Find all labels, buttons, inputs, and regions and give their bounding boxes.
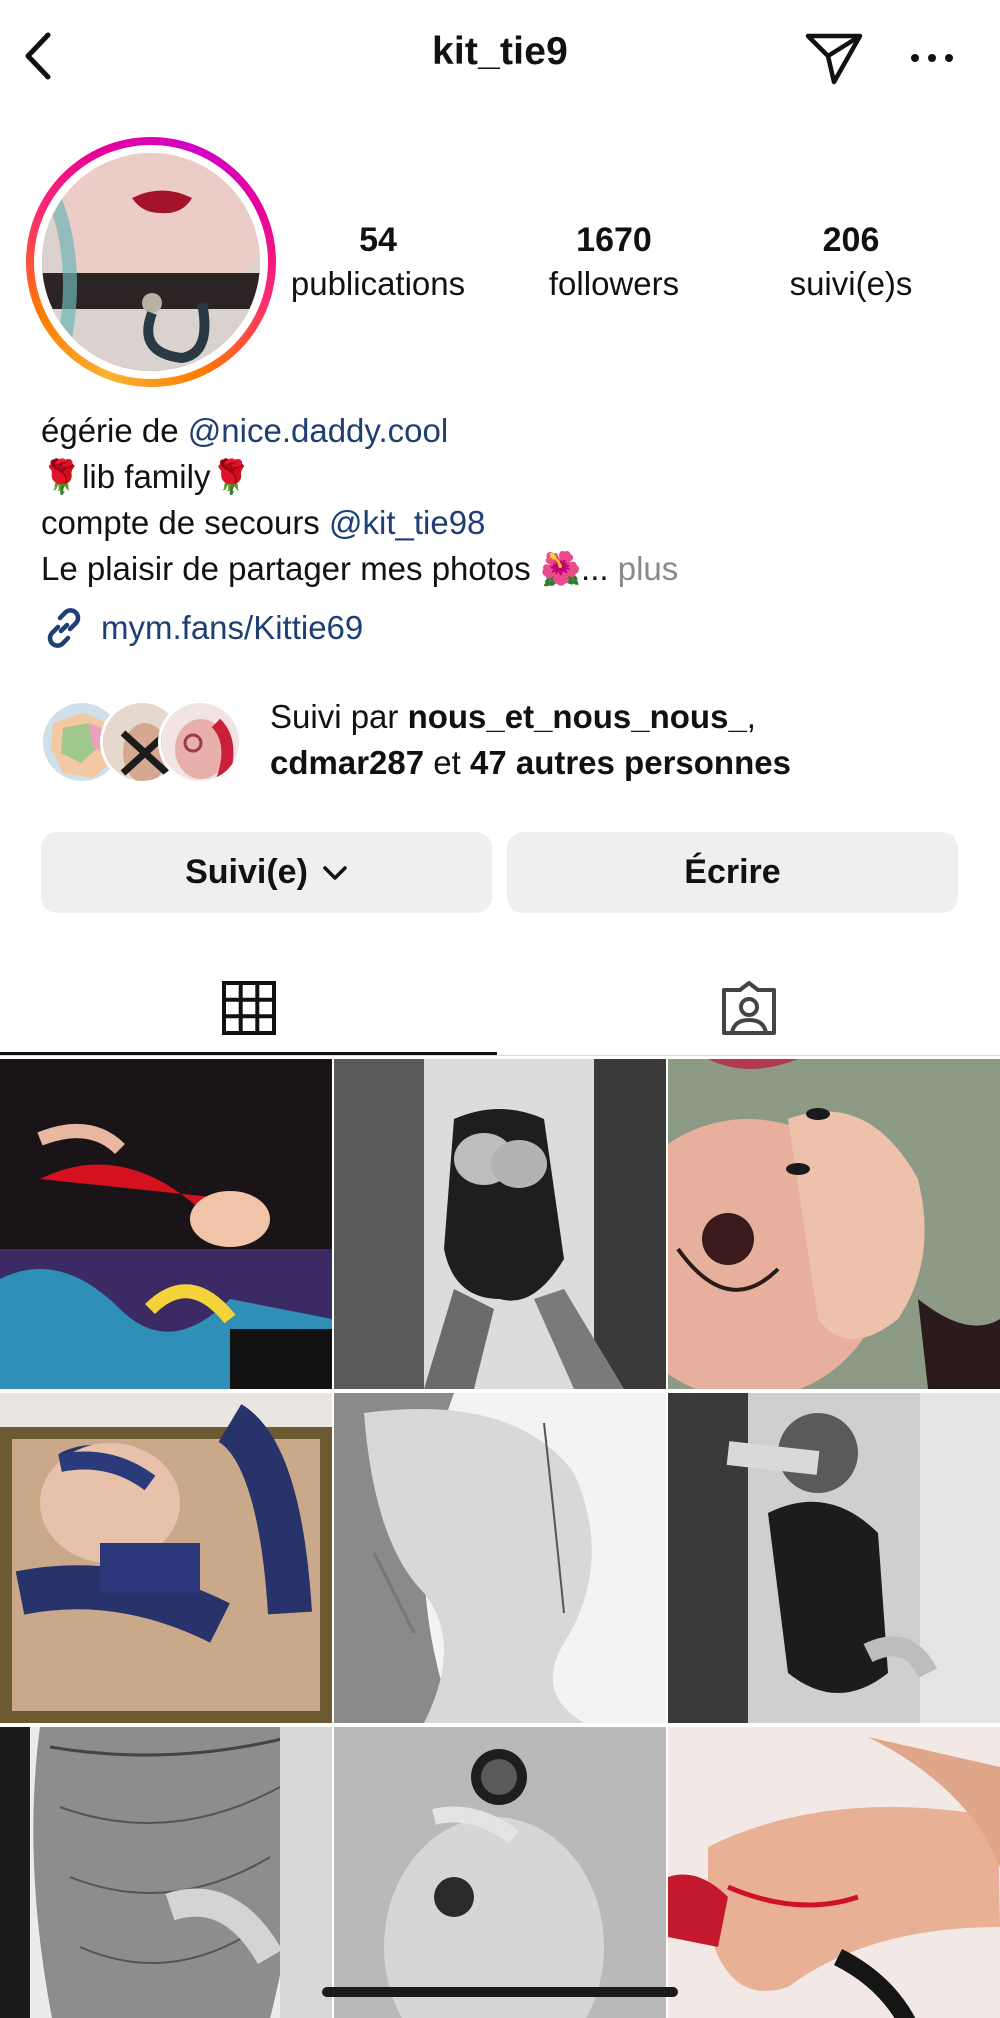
tab-tagged[interactable] bbox=[500, 958, 997, 1058]
tab-divider bbox=[0, 1055, 1000, 1056]
posts-number: 54 bbox=[359, 221, 397, 259]
bio-line-3: compte de secours @kit_tie98 bbox=[41, 504, 486, 541]
bio-more-link[interactable]: plus bbox=[618, 550, 679, 587]
link-icon bbox=[47, 608, 81, 648]
external-link-text: mym.fans/Kittie69 bbox=[101, 609, 364, 646]
mutual-others-count: 47 autres personnes bbox=[469, 744, 791, 781]
top-bar: kit_tie9 bbox=[0, 0, 1000, 112]
followers-count[interactable]: 1670 followers bbox=[504, 218, 724, 306]
post-thumbnail[interactable] bbox=[0, 1059, 332, 1389]
paper-plane-icon bbox=[805, 33, 863, 85]
post-thumbnail[interactable] bbox=[668, 1393, 1000, 1723]
profile-bio: égérie de @nice.daddy.cool 🌹lib family🌹 … bbox=[41, 408, 678, 592]
bio-line-1: égérie de @nice.daddy.cool bbox=[41, 412, 449, 449]
following-button[interactable]: Suivi(e) bbox=[41, 832, 492, 913]
mutual-username: cdmar287 bbox=[270, 744, 425, 781]
post-thumbnail[interactable] bbox=[0, 1727, 332, 2018]
more-options-button[interactable] bbox=[902, 38, 962, 78]
following-label: suivi(e)s bbox=[789, 265, 913, 302]
following-number: 206 bbox=[822, 221, 880, 259]
posts-label: publications bbox=[290, 265, 466, 302]
avatar bbox=[158, 700, 242, 784]
posts-count[interactable]: 54 publications bbox=[268, 218, 488, 306]
rose-emoji: 🌹 bbox=[210, 458, 252, 495]
avatar bbox=[42, 153, 260, 371]
message-button-label: Écrire bbox=[684, 853, 781, 891]
home-indicator bbox=[322, 1987, 678, 1997]
followers-label: followers bbox=[548, 265, 680, 302]
mention-link[interactable]: @nice.daddy.cool bbox=[188, 412, 448, 449]
message-button[interactable]: Écrire bbox=[507, 832, 958, 913]
post-thumbnail[interactable] bbox=[334, 1727, 666, 2018]
hibiscus-emoji: 🌺 bbox=[539, 550, 582, 587]
rose-emoji: 🌹 bbox=[41, 458, 83, 495]
followed-by-text[interactable]: Suivi par nous_et_nous_nous_, cdmar287 e… bbox=[270, 694, 791, 786]
mutual-followers-avatars[interactable] bbox=[40, 700, 250, 784]
chevron-down-icon bbox=[323, 865, 347, 880]
following-button-label: Suivi(e) bbox=[185, 853, 308, 891]
story-ring[interactable] bbox=[26, 137, 276, 387]
post-thumbnail[interactable] bbox=[0, 1393, 332, 1723]
grid-icon bbox=[221, 981, 276, 1035]
post-thumbnail[interactable] bbox=[334, 1059, 666, 1389]
tab-posts-grid[interactable] bbox=[0, 958, 497, 1058]
following-count[interactable]: 206 suivi(e)s bbox=[741, 218, 961, 306]
tagged-person-icon bbox=[721, 981, 776, 1035]
mutual-username: nous_et_nous_nous_ bbox=[407, 698, 747, 735]
mention-link[interactable]: @kit_tie98 bbox=[329, 504, 485, 541]
bio-line-4: Le plaisir de partager mes photos 🌺... p… bbox=[41, 550, 679, 587]
active-tab-indicator bbox=[0, 1052, 497, 1055]
post-thumbnail[interactable] bbox=[668, 1727, 1000, 2018]
send-message-button[interactable] bbox=[804, 30, 864, 86]
post-thumbnail[interactable] bbox=[334, 1393, 666, 1723]
external-link[interactable]: mym.fans/Kittie69 bbox=[41, 603, 363, 653]
more-horizontal-icon bbox=[911, 54, 953, 62]
bio-line-2: 🌹lib family🌹 bbox=[41, 458, 252, 495]
followers-number: 1670 bbox=[576, 221, 652, 259]
post-thumbnail[interactable] bbox=[668, 1059, 1000, 1389]
